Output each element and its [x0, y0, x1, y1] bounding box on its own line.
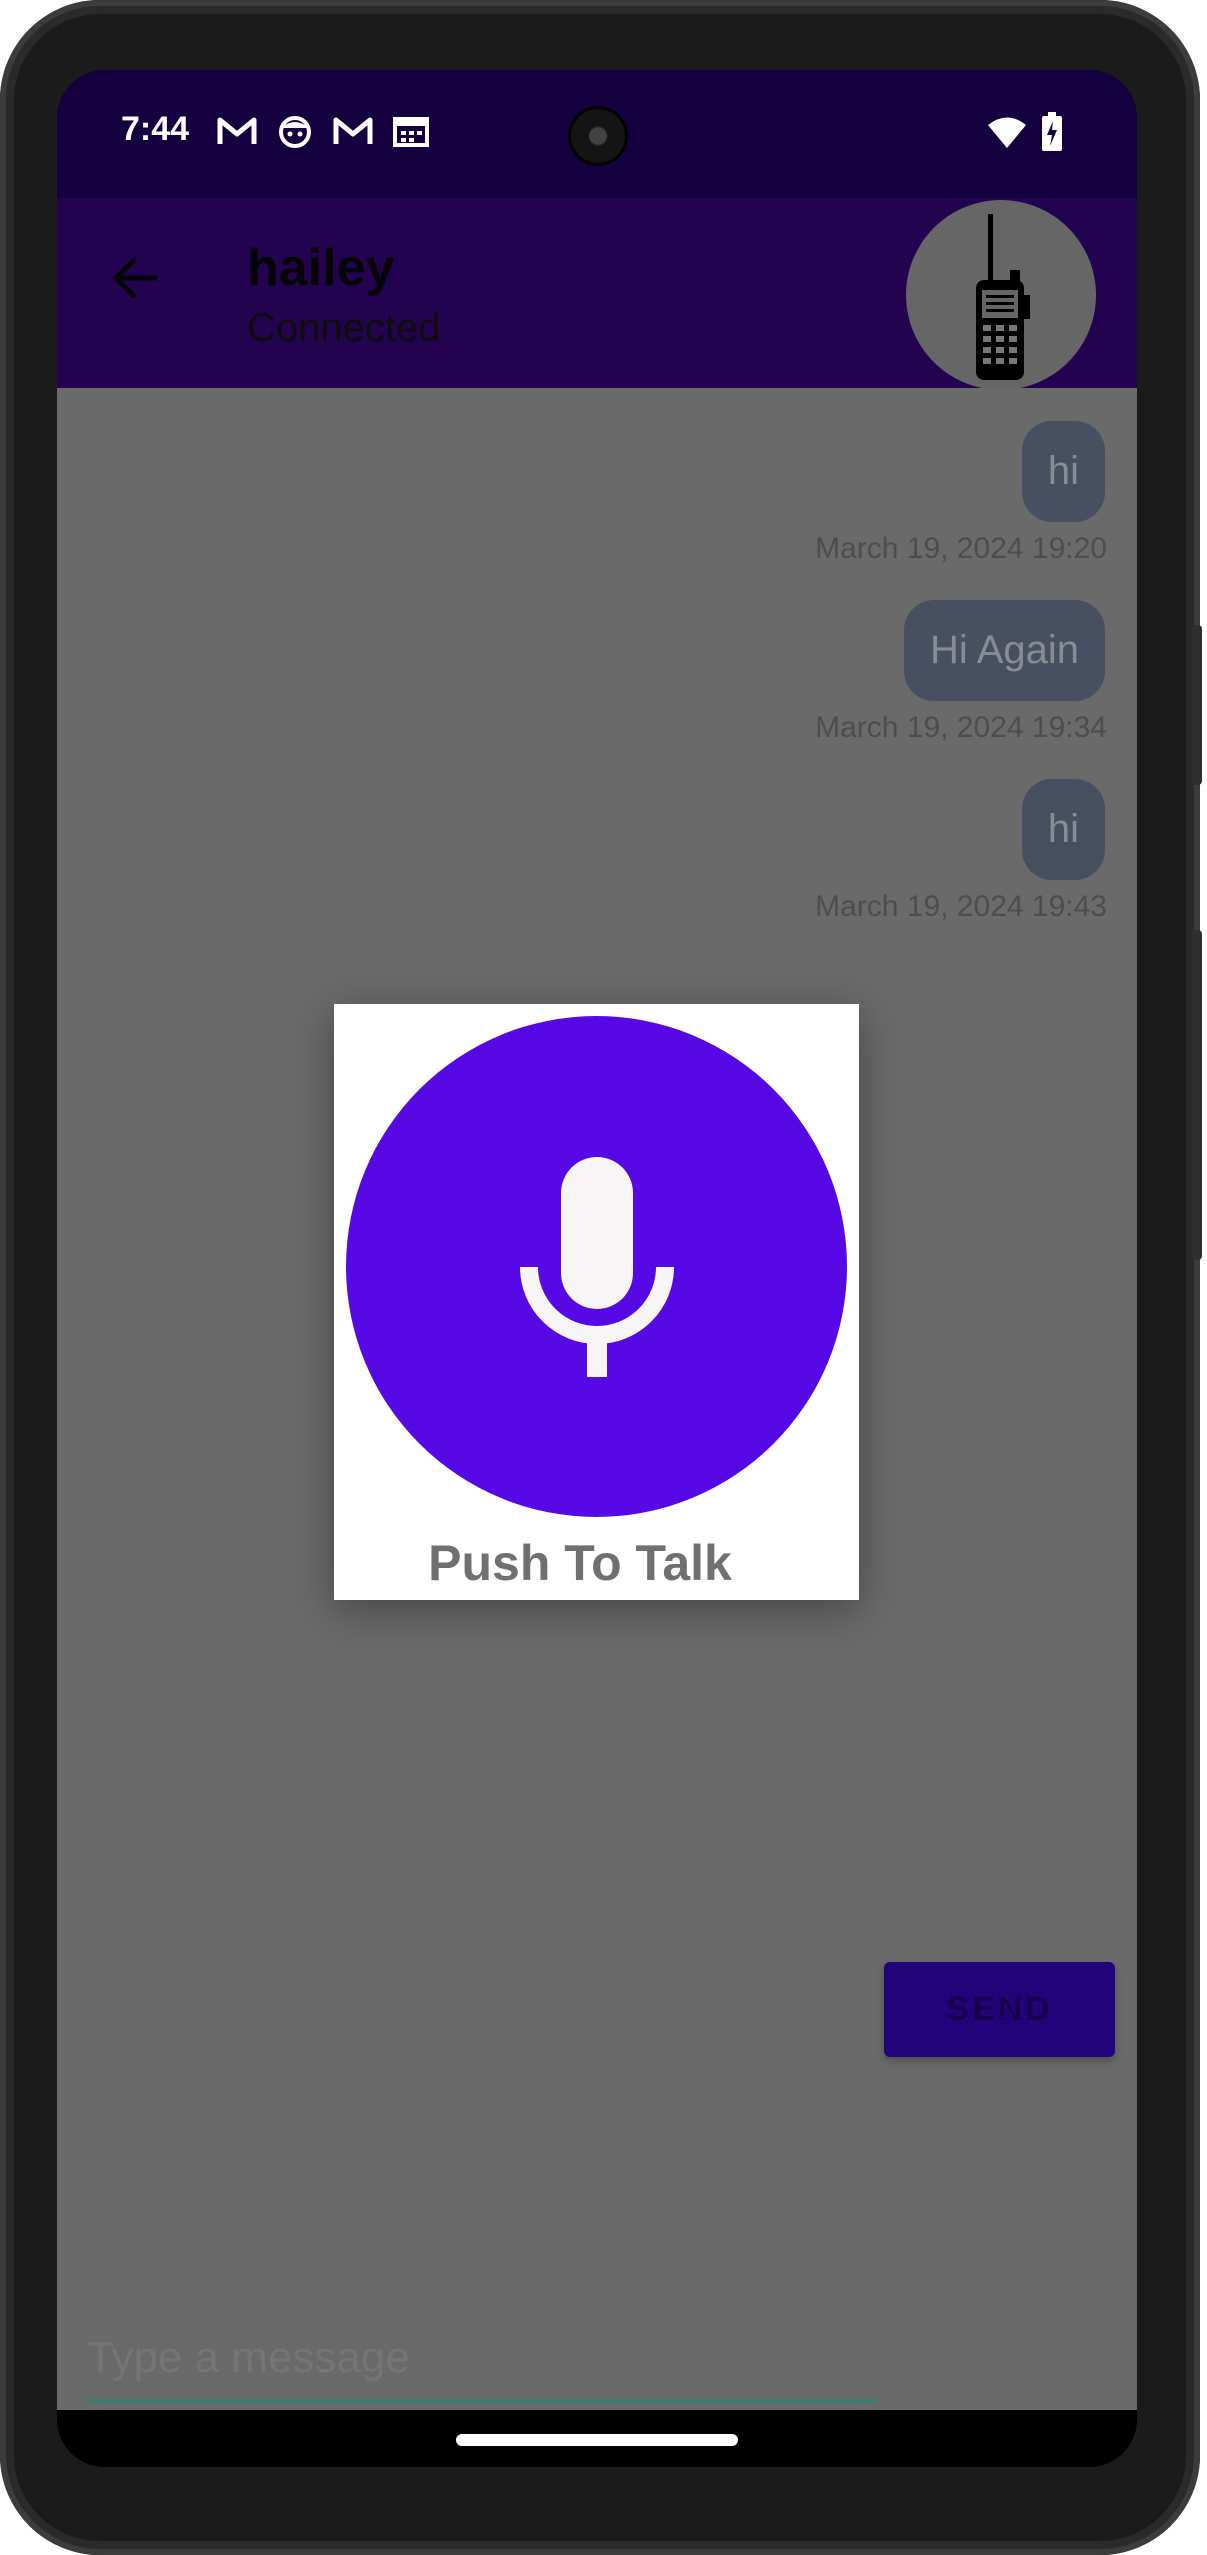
home-gesture-handle[interactable] — [456, 2434, 738, 2446]
back-arrow-icon[interactable] — [105, 248, 165, 308]
push-to-talk-dialog: Push To Talk — [334, 1004, 859, 1600]
volume-button — [1192, 930, 1202, 1260]
send-button[interactable]: SEND — [884, 1962, 1115, 2057]
message-bubble[interactable]: hi — [1021, 779, 1105, 880]
message-timestamp: March 19, 2024 19:34 — [815, 711, 1107, 744]
calendar-icon — [393, 117, 429, 147]
chat-title: hailey — [247, 239, 395, 297]
app-bar: hailey Connected — [57, 198, 1137, 390]
message-input[interactable] — [87, 2333, 867, 2383]
app-face-icon — [279, 116, 311, 148]
message-item: hi March 19, 2024 19:43 — [815, 779, 1107, 924]
message-bubble[interactable]: Hi Again — [904, 600, 1105, 701]
battery-charging-icon — [1042, 112, 1062, 151]
gmail-icon — [217, 117, 257, 144]
avatar[interactable] — [906, 200, 1096, 390]
status-time: 7:44 — [121, 110, 190, 148]
navigation-bar — [57, 2410, 1137, 2467]
message-timestamp: March 19, 2024 19:43 — [815, 890, 1107, 923]
message-bubble[interactable]: hi — [1021, 421, 1105, 522]
push-to-talk-label: Push To Talk — [428, 1535, 732, 1591]
wifi-icon — [988, 117, 1026, 148]
gmail-icon — [333, 117, 373, 144]
message-input-container — [87, 2333, 877, 2403]
push-to-talk-button[interactable] — [346, 1016, 847, 1517]
message-item: hi March 19, 2024 19:20 — [815, 421, 1107, 566]
phone-frame: 7:44 hailey Connected hi March 19, 2024 … — [0, 0, 1202, 2555]
status-bar: 7:44 — [57, 70, 1137, 198]
connection-status: Connected — [247, 306, 441, 350]
microphone-icon — [519, 1156, 674, 1377]
message-item: Hi Again March 19, 2024 19:34 — [815, 600, 1107, 745]
screen: 7:44 hailey Connected hi March 19, 2024 … — [57, 70, 1137, 2467]
power-button — [1192, 625, 1202, 785]
front-camera — [568, 106, 628, 166]
message-timestamp: March 19, 2024 19:20 — [815, 532, 1107, 565]
walkie-talkie-icon — [976, 214, 1030, 380]
